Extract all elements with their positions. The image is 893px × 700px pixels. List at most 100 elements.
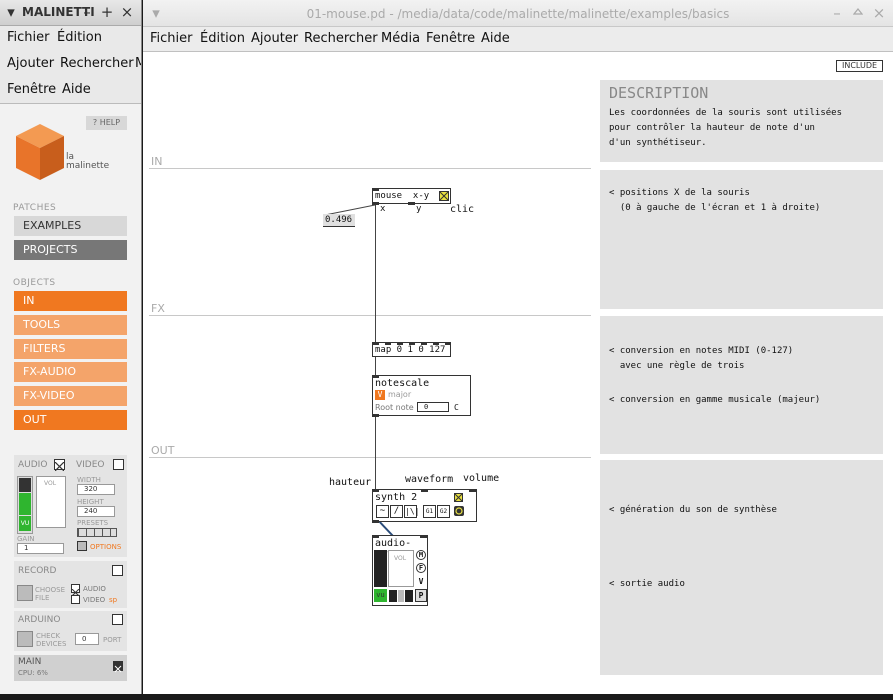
patch-menu-fichier[interactable]: Fichier xyxy=(150,31,193,46)
port-number-box[interactable]: 0 xyxy=(75,633,99,645)
left-window-titlebar: ▾ MALINETTI – + × xyxy=(0,0,141,26)
objects-section-label: OBJECTS xyxy=(13,278,56,288)
malinette-control-window: ▾ MALINETTI – + × Fichier Édition Ajoute… xyxy=(0,0,142,694)
wire-map-to-notescale xyxy=(375,357,376,375)
notescale-object[interactable]: notescale V major Root note 0 C xyxy=(372,375,471,417)
synth-bang-icon[interactable] xyxy=(454,506,464,516)
cpu-label: CPU: 6% xyxy=(18,669,48,677)
comment-mouse-positions: < positions X de la souris (0 à gauche d… xyxy=(609,188,821,213)
mouse-outlet-x: x xyxy=(380,204,386,214)
mouse-object[interactable]: mouse x-y xyxy=(372,188,451,205)
record-audio-toggle[interactable] xyxy=(71,584,80,597)
vu-label: VU xyxy=(19,516,31,531)
menu-rechercher[interactable]: Rechercher xyxy=(60,56,134,71)
window-menu-icon[interactable]: ▾ xyxy=(3,4,19,20)
comment-box-fx: < conversion en notes MIDI (0-127) avec … xyxy=(600,316,883,454)
menu-ajouter[interactable]: Ajouter xyxy=(7,56,54,71)
record-toggle[interactable] xyxy=(112,565,123,576)
description-title: DESCRIPTION xyxy=(609,84,709,102)
osc-g1-button[interactable]: G1 xyxy=(423,505,436,518)
record-video-toggle[interactable] xyxy=(71,595,80,604)
close-icon[interactable]: × xyxy=(119,4,135,20)
audio-video-panel: AUDIO VIDEO VU VOL GAIN 1 WIDTH 320 HEIG… xyxy=(14,455,127,557)
gain-label: GAIN xyxy=(17,535,35,543)
patch-menu-ajouter[interactable]: Ajouter xyxy=(251,31,298,46)
waveform-label: waveform xyxy=(405,474,454,485)
audio-out-p-button[interactable]: P xyxy=(415,589,427,602)
height-label: HEIGHT xyxy=(77,498,104,506)
patch-window: ▾ 01-mouse.pd - /media/data/code/malinet… xyxy=(143,0,893,694)
root-note-label: Root note xyxy=(375,403,414,412)
audio-out-mute-button[interactable]: M xyxy=(416,550,426,560)
comment-audio-out: < sortie audio xyxy=(609,579,685,589)
include-button[interactable]: INCLUDE xyxy=(836,60,883,72)
help-button[interactable]: ? HELP xyxy=(86,116,127,130)
check-devices-button[interactable] xyxy=(17,631,33,647)
height-number-box[interactable]: 240 xyxy=(77,506,115,517)
video-toggle[interactable] xyxy=(113,459,124,470)
malinette-logo xyxy=(14,122,66,182)
menu-fichier[interactable]: Fichier xyxy=(7,30,50,45)
comment-notescale: < conversion en gamme musicale (majeur) xyxy=(609,395,821,405)
main-dsp-toggle[interactable] xyxy=(113,661,123,673)
waveform-saw-button[interactable]: / xyxy=(390,505,403,518)
patch-menu-rechercher[interactable]: Rechercher xyxy=(304,31,378,46)
audio-out-vu-label: vu xyxy=(374,589,387,602)
examples-button[interactable]: EXAMPLES xyxy=(14,216,127,236)
record-label: RECORD xyxy=(18,566,57,576)
objects-filters-button[interactable]: FILTERS xyxy=(14,339,127,359)
description-box: DESCRIPTION Les coordonnées de la souris… xyxy=(600,80,883,162)
scale-mode-label: major xyxy=(388,390,412,399)
patches-section-label: PATCHES xyxy=(13,203,57,213)
section-label-out: OUT xyxy=(151,444,175,457)
x-position-number-box[interactable]: 0.496 xyxy=(323,214,355,227)
mouse-toggle[interactable] xyxy=(439,191,449,201)
audio-out-meter-bar-2 xyxy=(398,590,404,602)
menu-aide[interactable]: Aide xyxy=(62,82,91,97)
objects-fx-audio-button[interactable]: FX-AUDIO xyxy=(14,362,127,382)
width-number-box[interactable]: 320 xyxy=(77,484,115,495)
patch-maximize-icon[interactable] xyxy=(850,5,866,21)
presets-grid[interactable] xyxy=(77,528,117,537)
projects-button[interactable]: PROJECTS xyxy=(14,240,127,260)
objects-in-button[interactable]: IN xyxy=(14,291,127,311)
objects-tools-button[interactable]: TOOLS xyxy=(14,315,127,335)
audio-out-vu-left xyxy=(374,550,387,587)
patch-minimize-icon[interactable]: – xyxy=(829,5,845,21)
objects-fx-video-button[interactable]: FX-VIDEO xyxy=(14,386,127,406)
main-panel: MAIN CPU: 6% xyxy=(14,655,127,681)
patch-close-icon[interactable]: × xyxy=(871,5,887,21)
audio-out-f-button[interactable]: F xyxy=(416,563,426,573)
volume-slider[interactable]: VOL xyxy=(36,476,66,528)
waveform-square-button[interactable]: |\| xyxy=(404,505,419,518)
minimize-icon[interactable]: – xyxy=(79,4,95,20)
menu-edition[interactable]: Édition xyxy=(57,30,102,45)
synth-object[interactable]: synth 2 ~ / |\| G1 G2 xyxy=(372,489,477,523)
patch-menu-edition[interactable]: Édition xyxy=(200,31,245,46)
wire-notescale-to-synth xyxy=(375,416,376,489)
menu-media-truncated[interactable]: M xyxy=(135,56,141,71)
patch-menu-fenetre[interactable]: Fenêtre xyxy=(426,31,475,46)
root-note-number-box[interactable]: 0 xyxy=(417,402,449,412)
arduino-toggle[interactable] xyxy=(112,614,123,625)
audio-out-volume-slider[interactable]: VOL xyxy=(388,550,414,587)
section-label-in: IN xyxy=(151,155,163,168)
patch-menu-aide[interactable]: Aide xyxy=(481,31,510,46)
map-object[interactable]: map 0 1 0 127 xyxy=(372,342,451,357)
presets-label: PRESETS xyxy=(77,519,109,527)
description-text: Les coordonnées de la souris sont utilis… xyxy=(609,108,842,148)
audio-out-v-button[interactable]: V xyxy=(416,576,426,587)
maximize-icon[interactable]: + xyxy=(99,4,115,20)
waveform-sine-button[interactable]: ~ xyxy=(376,505,389,518)
audio-toggle[interactable] xyxy=(54,459,65,472)
osc-g2-button[interactable]: G2 xyxy=(437,505,450,518)
objects-out-button[interactable]: OUT xyxy=(14,410,127,430)
synth-toggle[interactable] xyxy=(454,493,463,502)
gain-number-box[interactable]: 1 xyxy=(17,543,64,554)
options-toggle[interactable] xyxy=(77,541,87,551)
menu-fenetre[interactable]: Fenêtre xyxy=(7,82,56,97)
choose-file-button[interactable] xyxy=(17,585,33,601)
scale-mode-dropdown[interactable]: V xyxy=(375,390,385,400)
audio-out-object[interactable]: audio-out VOL M F V vu P xyxy=(372,535,428,606)
patch-menu-media[interactable]: Média xyxy=(381,31,420,46)
